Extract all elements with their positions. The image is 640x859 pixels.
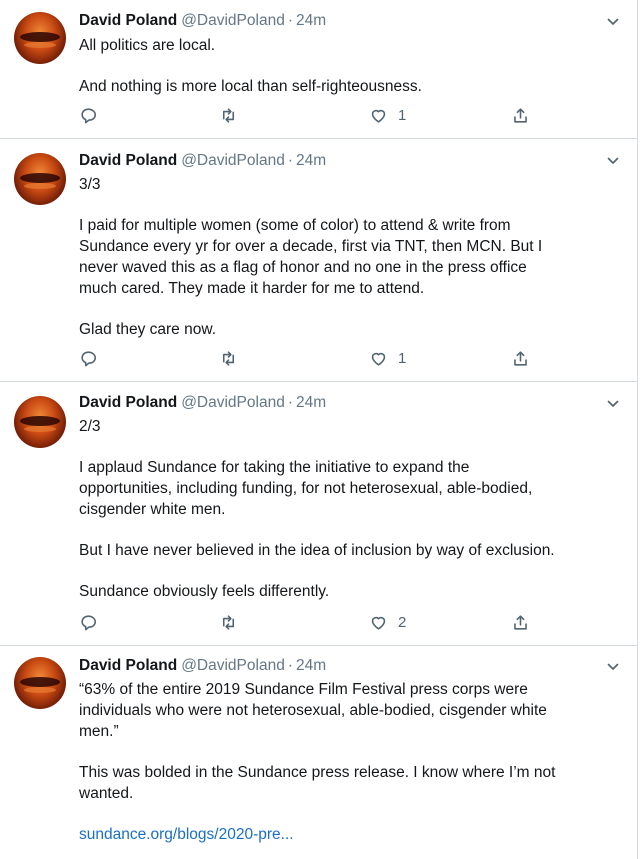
thread-index: 2/3 bbox=[79, 418, 101, 435]
tweet-link[interactable]: sundance.org/blogs/2020-pre... bbox=[79, 824, 619, 845]
reply-button[interactable] bbox=[79, 613, 98, 632]
tweet-line: All politics are local. bbox=[79, 37, 216, 54]
tweet-line: I paid for multiple women (some of color… bbox=[79, 217, 511, 234]
reply-icon bbox=[81, 108, 97, 124]
separator: · bbox=[287, 394, 293, 411]
tweet-line: I applaud Sundance for taking the initia… bbox=[79, 459, 470, 476]
like-button[interactable]: 1 bbox=[369, 106, 406, 125]
tweet-line: Sundance obviously feels differently. bbox=[79, 583, 330, 600]
heart-icon bbox=[371, 109, 386, 123]
like-button[interactable]: 2 bbox=[369, 613, 406, 632]
tweet-header: David Poland @DavidPoland · 24m bbox=[79, 152, 326, 170]
reply-icon bbox=[81, 615, 97, 631]
tweet-line: men.” bbox=[79, 723, 119, 740]
tweet-line: individuals who were not heterosexual, a… bbox=[79, 702, 547, 719]
timestamp[interactable]: 24m bbox=[296, 394, 326, 411]
tweet-line: This was bolded in the Sundance press re… bbox=[79, 764, 556, 781]
timestamp[interactable]: 24m bbox=[296, 152, 326, 169]
like-count: 1 bbox=[398, 350, 407, 367]
tweet[interactable]: David Poland @DavidPoland · 24m 2/3 I appla… bbox=[0, 382, 638, 646]
share-icon bbox=[514, 351, 527, 366]
retweet-button[interactable] bbox=[219, 613, 238, 632]
tweet-text: All politics are local. And nothing is m… bbox=[79, 35, 619, 97]
like-button[interactable]: 1 bbox=[369, 349, 406, 368]
tweet-line: wanted. bbox=[79, 785, 134, 802]
thread-index: 3/3 bbox=[79, 176, 101, 193]
tweet-line: much cared. They made it harder for me t… bbox=[79, 280, 425, 297]
chevron-down-icon[interactable] bbox=[607, 398, 619, 410]
author-name[interactable]: David Poland bbox=[79, 394, 177, 411]
tweet-actions: 2 bbox=[79, 613, 539, 635]
tweet-actions: 1 bbox=[79, 106, 539, 128]
tweet[interactable]: David Poland @DavidPoland · 24m All politic… bbox=[0, 0, 638, 139]
retweet-icon bbox=[222, 108, 235, 123]
heart-icon bbox=[371, 352, 386, 366]
tweet-line: Glad they care now. bbox=[79, 321, 216, 338]
share-icon bbox=[514, 108, 527, 123]
tweet-actions: 1 bbox=[79, 349, 539, 371]
separator: · bbox=[287, 12, 293, 29]
share-icon bbox=[514, 615, 527, 630]
author-handle[interactable]: @DavidPoland bbox=[181, 657, 285, 674]
tweet-header: David Poland @DavidPoland · 24m bbox=[79, 12, 326, 30]
tweet-text: 2/3 I applaud Sundance for taking the in… bbox=[79, 416, 619, 602]
retweet-button[interactable] bbox=[219, 106, 238, 125]
tweet-feed: David Poland @DavidPoland · 24m All politic… bbox=[0, 0, 640, 859]
retweet-button[interactable] bbox=[219, 349, 238, 368]
reply-button[interactable] bbox=[79, 349, 98, 368]
reply-button[interactable] bbox=[79, 106, 98, 125]
avatar[interactable] bbox=[14, 153, 66, 205]
tweet-header: David Poland @DavidPoland · 24m bbox=[79, 657, 326, 675]
chevron-down-icon[interactable] bbox=[607, 155, 619, 167]
share-button[interactable] bbox=[511, 613, 530, 632]
tweet-text: 3/3 I paid for multiple women (some of c… bbox=[79, 174, 619, 340]
reply-icon bbox=[81, 351, 97, 367]
heart-icon bbox=[371, 616, 386, 630]
like-count: 1 bbox=[398, 107, 407, 124]
author-name[interactable]: David Poland bbox=[79, 12, 177, 29]
tweet-line: Sundance every yr for over a decade, fir… bbox=[79, 238, 543, 255]
author-handle[interactable]: @DavidPoland bbox=[181, 152, 285, 169]
tweet[interactable]: David Poland @DavidPoland · 24m 3/3 I paid … bbox=[0, 139, 638, 382]
tweet-header: David Poland @DavidPoland · 24m bbox=[79, 394, 326, 412]
tweet-line: But I have never believed in the idea of… bbox=[79, 542, 555, 559]
avatar[interactable] bbox=[14, 657, 66, 709]
tweet-line: never waved this as a flag of honor and … bbox=[79, 259, 527, 276]
author-name[interactable]: David Poland bbox=[79, 152, 177, 169]
tweet-text: “63% of the entire 2019 Sundance Film Fe… bbox=[79, 679, 619, 845]
tweet[interactable]: David Poland @DavidPoland · 24m “63% of the… bbox=[0, 646, 638, 859]
tweet-line: And nothing is more local than self-righ… bbox=[79, 78, 422, 95]
tweet-line: cisgender white men. bbox=[79, 501, 226, 518]
chevron-down-icon[interactable] bbox=[607, 16, 619, 28]
retweet-icon bbox=[222, 351, 235, 366]
tweet-line: opportunities, including funding, for no… bbox=[79, 480, 533, 497]
like-count: 2 bbox=[398, 614, 407, 631]
author-handle[interactable]: @DavidPoland bbox=[181, 394, 285, 411]
share-button[interactable] bbox=[511, 349, 530, 368]
timestamp[interactable]: 24m bbox=[296, 657, 326, 674]
chevron-down-icon[interactable] bbox=[607, 661, 619, 673]
separator: · bbox=[287, 152, 293, 169]
retweet-icon bbox=[222, 615, 235, 630]
tweet-line: “63% of the entire 2019 Sundance Film Fe… bbox=[79, 681, 528, 698]
author-handle[interactable]: @DavidPoland bbox=[181, 12, 285, 29]
share-button[interactable] bbox=[511, 106, 530, 125]
avatar[interactable] bbox=[14, 12, 66, 64]
separator: · bbox=[287, 657, 293, 674]
author-name[interactable]: David Poland bbox=[79, 657, 177, 674]
timestamp[interactable]: 24m bbox=[296, 12, 326, 29]
avatar[interactable] bbox=[14, 396, 66, 448]
